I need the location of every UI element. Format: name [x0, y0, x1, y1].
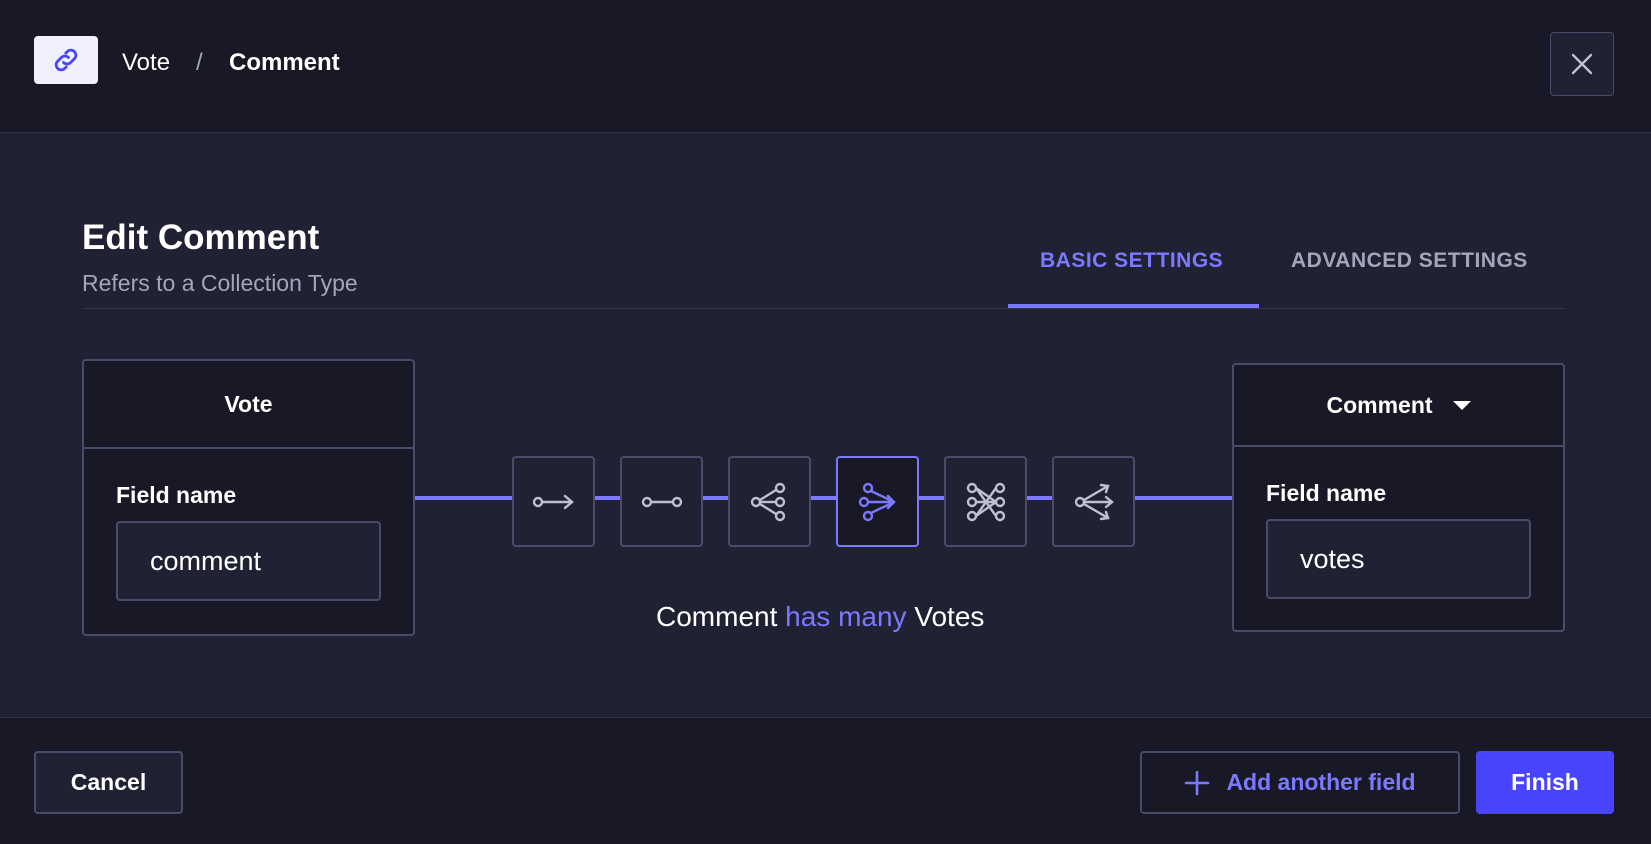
- relation-many-to-one-button[interactable]: [836, 456, 919, 547]
- source-field-label: Field name: [116, 482, 237, 508]
- finish-button[interactable]: Finish: [1476, 751, 1614, 814]
- relation-type-badge: [34, 36, 98, 84]
- relation-one-way-button[interactable]: [512, 456, 595, 547]
- tabs-divider: [82, 308, 1566, 309]
- relation-subject: Comment: [656, 601, 778, 632]
- many-to-many-icon: [966, 482, 1005, 521]
- source-field-name-input[interactable]: [116, 521, 381, 601]
- link-icon: [54, 48, 78, 72]
- relation-many-way-button[interactable]: [1052, 456, 1135, 547]
- page-title: Edit Comment: [82, 218, 320, 257]
- one-way-icon: [532, 494, 574, 509]
- target-select[interactable]: Comment: [1234, 365, 1563, 447]
- close-button[interactable]: [1550, 32, 1614, 96]
- close-icon: [1571, 53, 1593, 75]
- cancel-button[interactable]: Cancel: [34, 751, 183, 814]
- breadcrumb-source: Vote: [122, 49, 171, 76]
- relation-one-to-one-button[interactable]: [620, 456, 703, 547]
- relation-description: Comment has many Votes: [656, 600, 984, 634]
- active-tab-indicator: [1008, 304, 1259, 308]
- many-way-icon: [1074, 483, 1114, 520]
- plus-icon: [1185, 770, 1210, 795]
- tab-basic-settings[interactable]: BASIC SETTINGS: [1040, 248, 1223, 274]
- one-to-one-icon: [641, 496, 682, 507]
- add-another-field-label: Add another field: [1226, 769, 1416, 795]
- breadcrumb-target: Comment: [229, 49, 340, 76]
- target-card: Comment Field name: [1232, 363, 1565, 632]
- source-card-title: Vote: [84, 361, 413, 449]
- modal-header: Vote / Comment: [0, 0, 1651, 133]
- one-to-many-icon: [750, 482, 785, 521]
- relation-object: Votes: [914, 601, 985, 632]
- caret-down-icon: [1452, 400, 1471, 410]
- many-to-one-icon: [858, 482, 896, 521]
- tab-advanced-settings[interactable]: ADVANCED SETTINGS: [1291, 248, 1528, 274]
- relation-one-to-many-button[interactable]: [728, 456, 811, 547]
- page-subtitle: Refers to a Collection Type: [82, 270, 358, 296]
- target-field-label: Field name: [1266, 480, 1387, 506]
- target-select-label: Comment: [1326, 391, 1433, 418]
- source-card: Vote Field name: [82, 359, 415, 636]
- target-field-name-input[interactable]: [1266, 519, 1531, 599]
- relation-many-to-many-button[interactable]: [944, 456, 1027, 547]
- breadcrumb-separator: /: [196, 49, 203, 76]
- add-another-field-button[interactable]: Add another field: [1140, 751, 1460, 814]
- relation-verb: has many: [785, 601, 907, 632]
